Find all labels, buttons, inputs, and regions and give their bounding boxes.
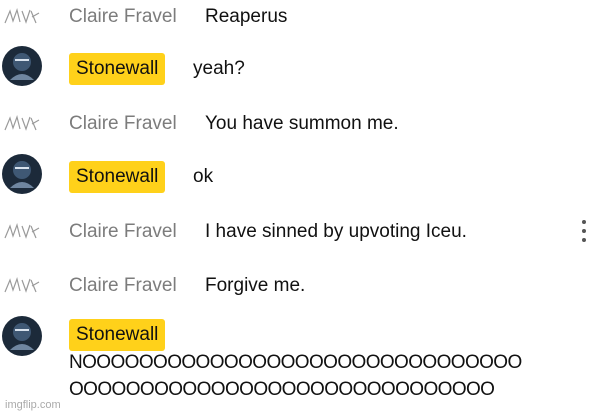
kebab-menu-icon[interactable] [578, 218, 590, 246]
message-text: You have summon me. [205, 113, 399, 134]
message-text-line-1: NOOOOOOOOOOOOOOOOOOOOOOOOOOOOOOO [69, 352, 522, 373]
chat-message: Claire Fravel Reaperus [0, 0, 601, 41]
dark-round-avatar-icon[interactable] [2, 316, 42, 356]
message-text: I have sinned by upvoting Iceu. [205, 221, 467, 242]
chat-message: Stonewall yeah? [0, 44, 601, 94]
author-name[interactable]: Claire Fravel [69, 113, 177, 135]
scribble-avatar-icon[interactable] [2, 274, 42, 314]
dark-round-avatar-icon[interactable] [2, 46, 42, 86]
scribble-avatar-icon[interactable] [2, 5, 42, 45]
watermark: imgflip.com [5, 399, 61, 411]
message-text: Reaperus [205, 6, 288, 27]
scribble-avatar-icon[interactable] [2, 220, 42, 260]
author-name-badge[interactable]: Stonewall [69, 161, 166, 193]
message-text-line-2: OOOOOOOOOOOOOOOOOOOOOOOOOOOOOO [69, 379, 495, 400]
scribble-avatar-icon[interactable] [2, 112, 42, 152]
author-name[interactable]: Claire Fravel [69, 275, 177, 297]
message-text: ok [193, 166, 214, 187]
chat-message: Stonewall NOOOOOOOOOOOOOOOOOOOOOOOOOOOOO… [0, 314, 601, 415]
author-name-badge[interactable]: Stonewall [69, 319, 166, 351]
chat-message: Stonewall ok [0, 152, 601, 202]
chat-message: Claire Fravel You have summon me. [0, 98, 601, 148]
message-text: yeah? [193, 58, 245, 79]
chat-message: Claire Fravel Forgive me. [0, 260, 601, 310]
author-name[interactable]: Claire Fravel [69, 221, 177, 243]
message-text: Forgive me. [205, 275, 306, 296]
author-name-badge[interactable]: Stonewall [69, 53, 166, 85]
author-name[interactable]: Claire Fravel [69, 6, 177, 28]
chat-message: Claire Fravel I have sinned by upvoting … [0, 206, 601, 256]
dark-round-avatar-icon[interactable] [2, 154, 42, 194]
